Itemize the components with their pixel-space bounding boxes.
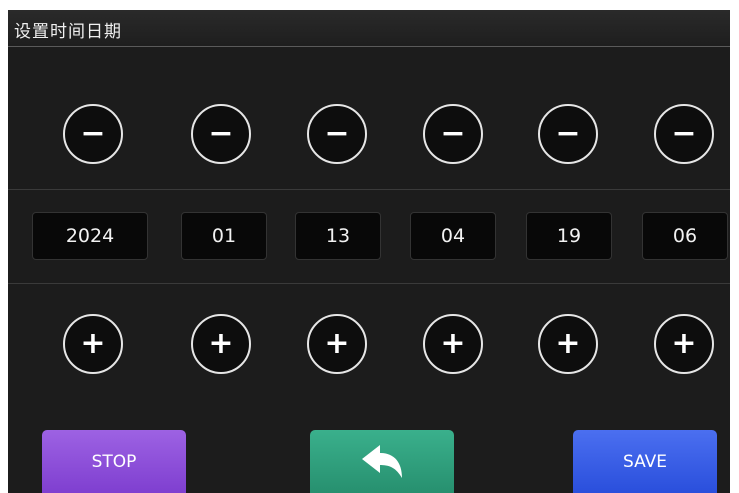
- save-button[interactable]: SAVE: [573, 430, 717, 493]
- year-increment-button[interactable]: +: [63, 314, 123, 374]
- back-arrow-icon: [362, 444, 402, 478]
- stop-button-label: STOP: [91, 451, 137, 472]
- plus-icon: +: [208, 326, 234, 361]
- minus-icon: −: [671, 116, 697, 151]
- plus-icon: +: [324, 326, 350, 361]
- year-decrement-button[interactable]: −: [63, 104, 123, 164]
- hour-decrement-button[interactable]: −: [423, 104, 483, 164]
- minus-icon: −: [440, 116, 466, 151]
- plus-icon: +: [671, 326, 697, 361]
- day-increment-button[interactable]: +: [307, 314, 367, 374]
- month-decrement-button[interactable]: −: [191, 104, 251, 164]
- page-title: 设置时间日期: [14, 22, 122, 42]
- minute-increment-button[interactable]: +: [538, 314, 598, 374]
- minus-icon: −: [80, 116, 106, 151]
- month-field[interactable]: 01: [181, 212, 267, 260]
- save-button-label: SAVE: [622, 451, 668, 472]
- back-button[interactable]: [310, 430, 454, 493]
- minute-decrement-button[interactable]: −: [538, 104, 598, 164]
- divider: [8, 189, 730, 190]
- day-field[interactable]: 13: [295, 212, 381, 260]
- minus-icon: −: [324, 116, 350, 151]
- plus-icon: +: [440, 326, 466, 361]
- second-increment-button[interactable]: +: [654, 314, 714, 374]
- second-field[interactable]: 06: [642, 212, 728, 260]
- year-field[interactable]: 2024: [32, 212, 148, 260]
- day-decrement-button[interactable]: −: [307, 104, 367, 164]
- datetime-settings-screen: 设置时间日期 − − − − − − 2024 01 13 04 19 06 +…: [8, 10, 730, 493]
- plus-icon: +: [80, 326, 106, 361]
- hour-increment-button[interactable]: +: [423, 314, 483, 374]
- second-decrement-button[interactable]: −: [654, 104, 714, 164]
- minus-icon: −: [208, 116, 234, 151]
- title-bar: 设置时间日期: [8, 10, 730, 47]
- stop-button[interactable]: STOP: [42, 430, 186, 493]
- month-increment-button[interactable]: +: [191, 314, 251, 374]
- minute-field[interactable]: 19: [526, 212, 612, 260]
- minus-icon: −: [555, 116, 581, 151]
- divider: [8, 283, 730, 284]
- hour-field[interactable]: 04: [410, 212, 496, 260]
- plus-icon: +: [555, 326, 581, 361]
